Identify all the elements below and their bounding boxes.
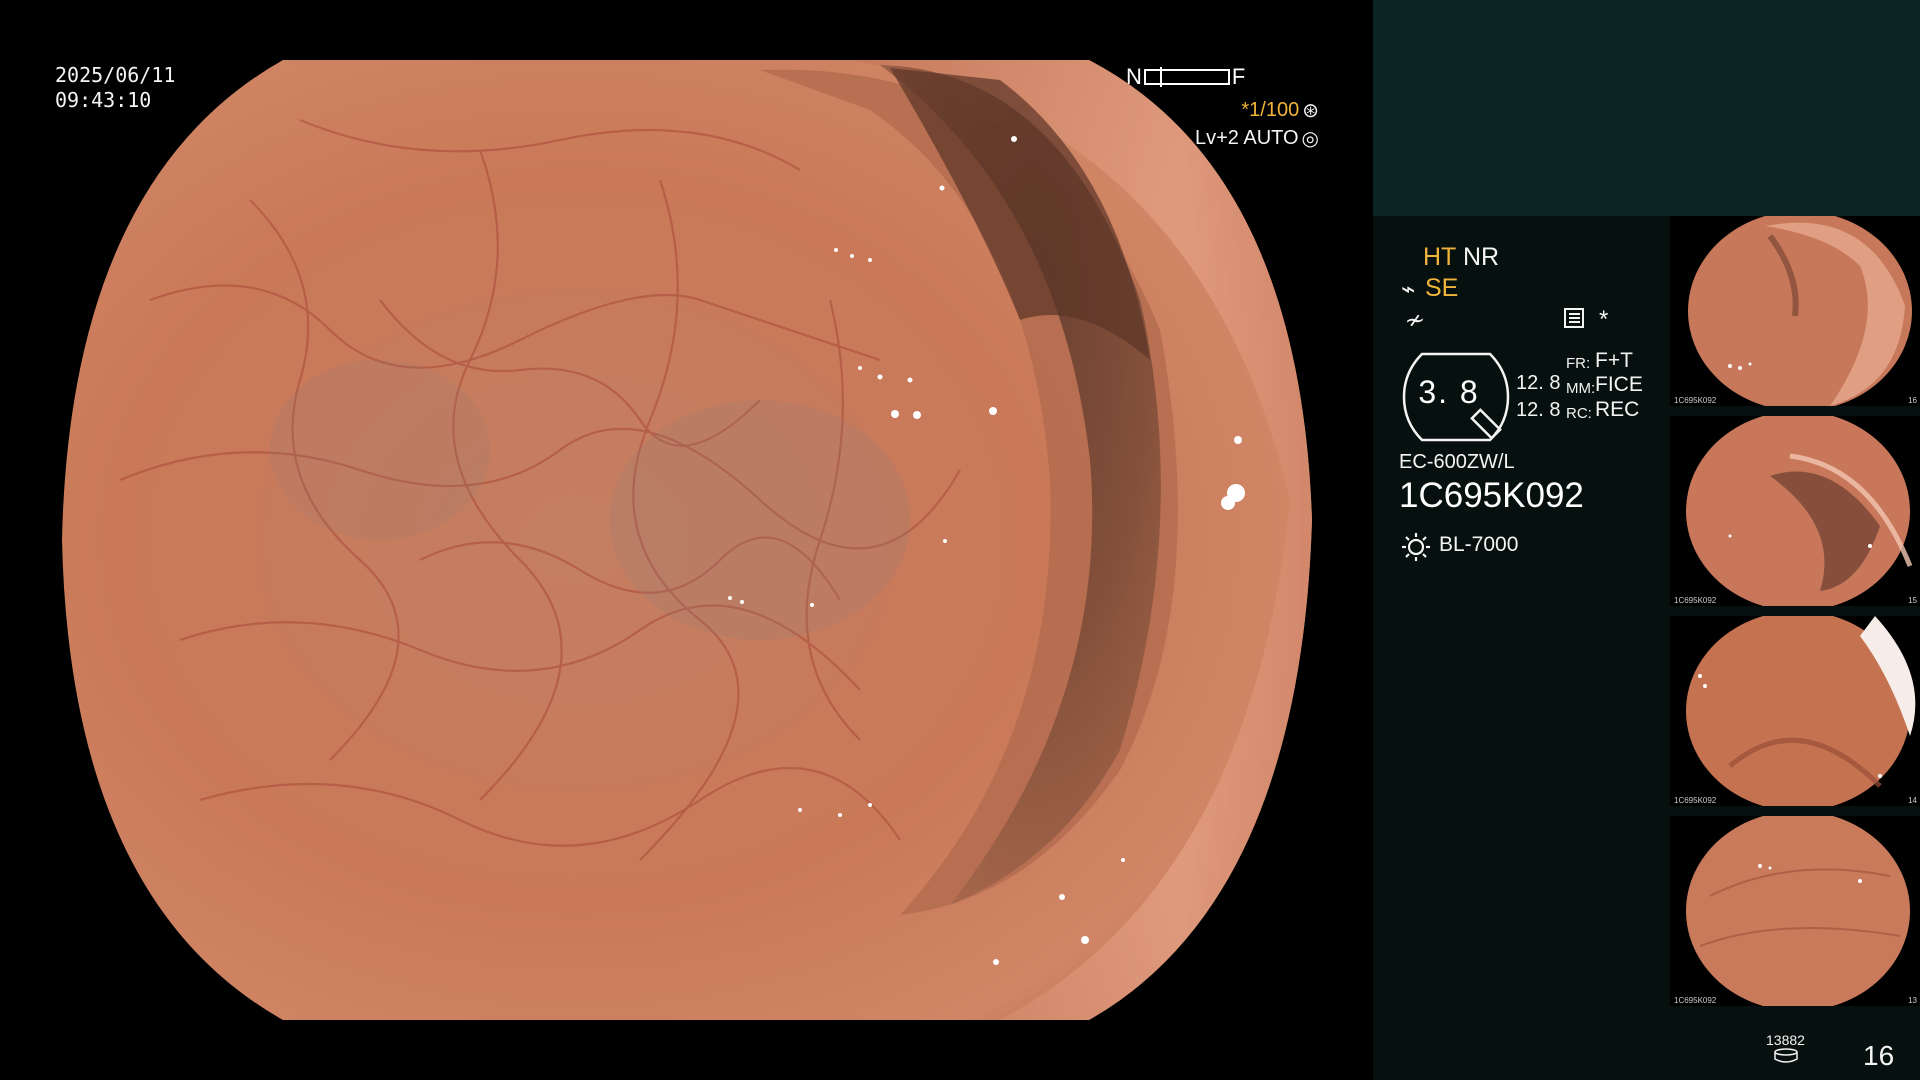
captured-image-thumbnail[interactable]: 1C695K092 13 — [1670, 816, 1920, 1006]
captured-image-thumbnail[interactable]: 1C695K092 16 — [1670, 216, 1920, 406]
thumbnail-image — [1670, 216, 1920, 406]
captured-image-thumbnail[interactable]: 1C695K092 14 — [1670, 616, 1920, 806]
ht-mode: HT — [1423, 243, 1457, 271]
scope-model: EC-600ZW/L — [1399, 451, 1515, 473]
near-far-marker — [1160, 67, 1163, 87]
fr-value: F+T — [1595, 349, 1633, 372]
thumbnail-number: 15 — [1908, 596, 1917, 605]
captured-images-strip: 1C695K092 16 1C695K092 15 1C695K092 14 1… — [1670, 216, 1920, 1016]
thumbnail-image — [1670, 816, 1920, 1006]
value-row-2: 12. 8 — [1516, 399, 1561, 421]
far-label: F — [1231, 64, 1246, 89]
near-far-indicator: N F — [1126, 64, 1245, 90]
iris-icon: ◎ — [1301, 127, 1319, 150]
rc-value: REC — [1595, 398, 1640, 421]
iris-setting: Lv+2 AUTO ◎ — [1195, 127, 1319, 150]
se-mode: SE — [1425, 274, 1459, 302]
exam-time: 09:43:10 — [55, 88, 152, 112]
rc-key: RC: — [1566, 405, 1592, 422]
zoom-value: 3. 8 — [1418, 374, 1480, 410]
thumbnail-image — [1670, 616, 1920, 806]
aperture-icon: ⊛ — [1302, 99, 1319, 122]
menu-icon — [1564, 308, 1584, 328]
captured-image-thumbnail[interactable]: 1C695K092 15 — [1670, 416, 1920, 606]
shutter-speed: *1/100 ⊛ — [1241, 99, 1319, 122]
thumbnail-scope-id: 1C695K092 — [1674, 996, 1717, 1005]
fr-key: FR: — [1566, 355, 1591, 372]
zoom-badge: 3. 8 — [1400, 352, 1512, 442]
thumbnail-image — [1670, 416, 1920, 606]
nr-mode: NR — [1463, 243, 1500, 271]
exam-date: 2025/06/11 — [55, 63, 176, 87]
mm-key: MM: — [1566, 380, 1596, 397]
scope-serial: 1C695K092 — [1399, 476, 1584, 515]
info-panel: HT NR ⌁ SE ≁ * 3. 8 12. 8 12. 8 FR: F+T … — [1373, 0, 1920, 1080]
thumbnail-scope-id: 1C695K092 — [1674, 796, 1717, 805]
info-panel-header — [1373, 0, 1920, 216]
iris-value: Lv+2 AUTO — [1194, 127, 1299, 149]
contrast-icon: ≁ — [1403, 307, 1424, 334]
near-label: N — [1126, 64, 1142, 89]
asterisk-indicator: * — [1599, 306, 1609, 333]
endoscope-view: 2025/06/11 09:43:10 N F *1/100 ⊛ Lv+2 AU… — [0, 0, 1373, 1080]
value-row-1: 12. 8 — [1516, 372, 1561, 394]
image-count: 16 — [1863, 1040, 1895, 1071]
mm-value: FICE — [1595, 373, 1643, 396]
thumbnail-number: 16 — [1908, 396, 1917, 405]
shutter-value: *1/100 — [1241, 99, 1300, 121]
near-far-bar — [1143, 67, 1230, 87]
storage-count: 13882 — [1766, 1032, 1805, 1048]
thumbnail-number: 14 — [1908, 796, 1917, 805]
light-source: BL-7000 — [1439, 533, 1519, 556]
thumbnail-scope-id: 1C695K092 — [1674, 396, 1717, 405]
sun-icon — [1402, 533, 1430, 561]
scope-icon: ⌁ — [1401, 276, 1416, 303]
endoscopic-image — [62, 60, 1312, 1020]
thumbnail-number: 13 — [1908, 996, 1917, 1005]
storage-disk-icon — [1774, 1048, 1798, 1063]
thumbnail-scope-id: 1C695K092 — [1674, 596, 1717, 605]
